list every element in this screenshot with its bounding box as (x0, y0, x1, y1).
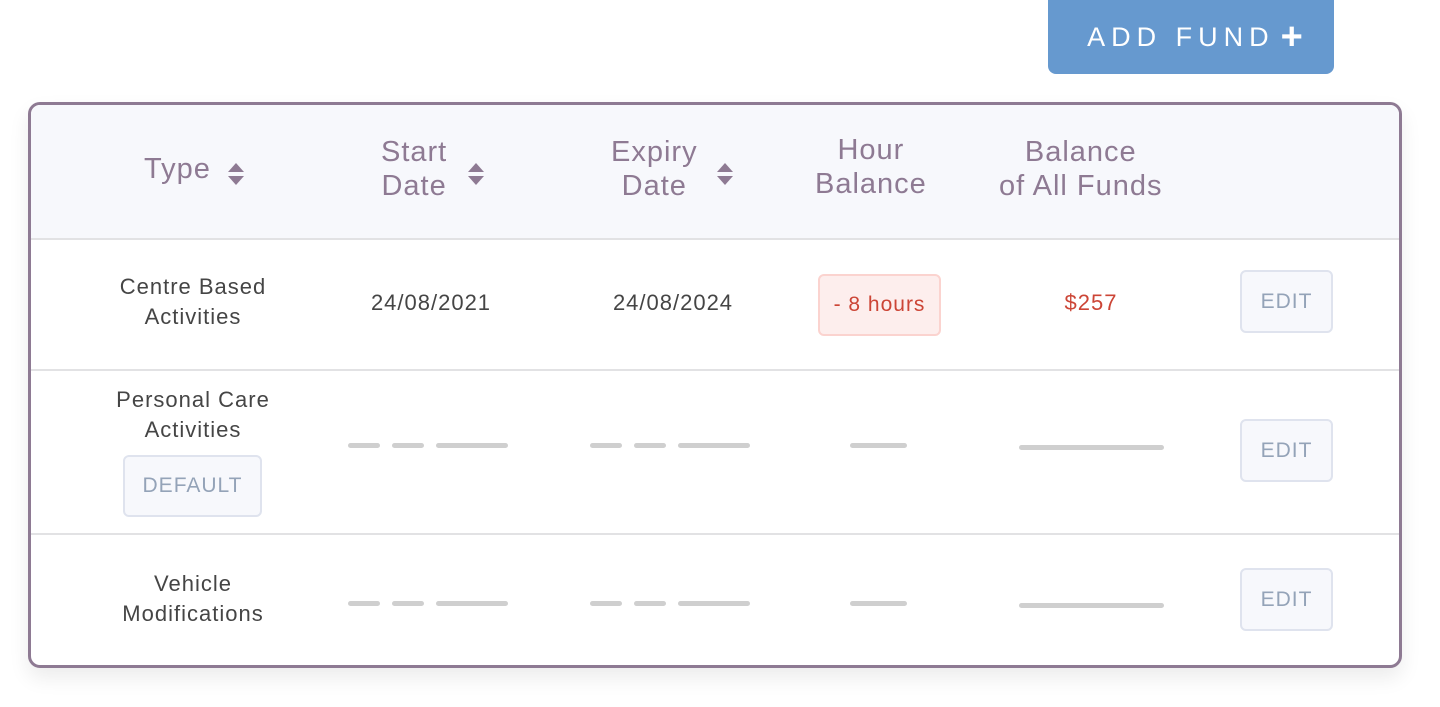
header-expiry-date-line1: Expiry (611, 136, 698, 168)
fund-type-line2: Modifications (122, 601, 264, 626)
hour-balance-placeholder (850, 443, 907, 448)
expiry-date-placeholder (678, 601, 750, 606)
balance-all-funds: $257 (1064, 290, 1118, 315)
header-expiry-date-line2: Date (621, 170, 687, 202)
header-type-label: Type (144, 153, 211, 185)
header-hour-balance: Hour Balance (815, 133, 927, 201)
expiry-date: 24/08/2024 (612, 290, 734, 315)
start-date-placeholder (436, 601, 508, 606)
edit-button[interactable]: EDIT (1240, 568, 1333, 631)
fund-type: Vehicle Modifications (93, 569, 293, 629)
funds-table: Type Start Date Expiry Date Hour Balance… (28, 102, 1402, 668)
header-hour-balance-line2: Balance (815, 168, 927, 200)
header-type[interactable]: Type (144, 152, 211, 186)
header-balance-all-funds: Balance of All Funds (999, 135, 1163, 203)
start-date-placeholder (348, 601, 380, 606)
fund-type: Personal Care Activities (93, 385, 293, 445)
sort-type-icon[interactable] (228, 163, 244, 185)
header-balance-line1: Balance (1024, 136, 1137, 168)
expiry-date-placeholder (590, 443, 622, 448)
edit-button[interactable]: EDIT (1240, 270, 1333, 333)
hour-balance-badge: - 8 hours (818, 274, 941, 336)
balance-placeholder (1019, 445, 1164, 450)
start-date: 24/08/2021 (370, 290, 492, 315)
expiry-date-placeholder (634, 443, 666, 448)
expiry-date-placeholder (678, 443, 750, 448)
add-fund-button[interactable]: ADD FUND + (1048, 0, 1334, 74)
header-balance-line2: of All Funds (999, 170, 1163, 202)
table-header: Type Start Date Expiry Date Hour Balance… (31, 105, 1399, 240)
header-start-date[interactable]: Start Date (381, 135, 447, 203)
sort-expiry-date-icon[interactable] (717, 163, 733, 185)
sort-start-date-icon[interactable] (468, 163, 484, 185)
start-date-placeholder (392, 601, 424, 606)
add-fund-label: ADD FUND (1087, 21, 1275, 52)
header-start-date-line1: Start (381, 136, 448, 168)
start-date-placeholder (348, 443, 380, 448)
table-row: Centre Based Activities 24/08/2021 24/08… (31, 238, 1399, 371)
fund-type-line1: Personal Care (116, 387, 270, 412)
header-start-date-line2: Date (381, 170, 447, 202)
fund-type-line2: Activities (144, 417, 242, 442)
table-row: Vehicle Modifications EDIT (31, 535, 1399, 665)
default-button[interactable]: DEFAULT (123, 455, 262, 517)
start-date-placeholder (392, 443, 424, 448)
expiry-date-placeholder (590, 601, 622, 606)
header-hour-balance-line1: Hour (837, 134, 905, 166)
table-row: Personal Care Activities DEFAULT EDIT (31, 371, 1399, 535)
edit-button[interactable]: EDIT (1240, 419, 1333, 482)
fund-type-line1: Centre Based (119, 274, 267, 299)
expiry-date-placeholder (634, 601, 666, 606)
fund-type-line2: Activities (144, 304, 242, 329)
plus-icon: + (1280, 16, 1303, 58)
start-date-placeholder (436, 443, 508, 448)
header-expiry-date[interactable]: Expiry Date (611, 135, 698, 203)
balance-placeholder (1019, 603, 1164, 608)
fund-type: Centre Based Activities (93, 272, 293, 332)
hour-balance-placeholder (850, 601, 907, 606)
fund-type-line1: Vehicle (154, 571, 232, 596)
